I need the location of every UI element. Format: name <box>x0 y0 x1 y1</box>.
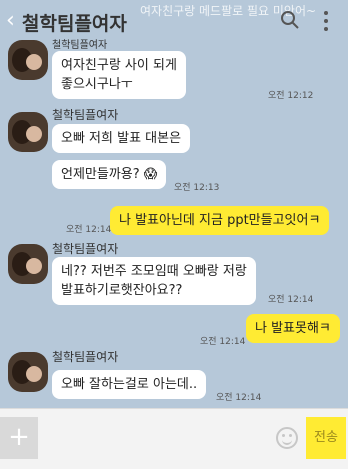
message-bubble[interactable]: 여자친구랑 사이 되게 좋으시구나ㅜ <box>52 51 186 99</box>
send-button[interactable]: 전송 <box>306 417 346 459</box>
message-time: 오전 12:14 <box>200 337 246 347</box>
message-line: 언제만들까용? 😱 <box>61 167 158 182</box>
avatar[interactable] <box>8 112 48 152</box>
avatar[interactable] <box>8 352 48 392</box>
more-vertical-icon[interactable] <box>322 10 330 32</box>
search-icon[interactable] <box>280 10 300 30</box>
message-input[interactable] <box>42 417 268 459</box>
message-bubble[interactable]: 오빠 저희 발표 대본은 <box>52 124 191 153</box>
attach-button[interactable]: + <box>0 417 38 459</box>
message-bubble[interactable]: 네?? 저번주 조모임때 오빠랑 저랑 발표하기로햇잔아요?? <box>52 257 256 305</box>
message-time: 오전 12:13 <box>174 183 220 193</box>
message-bubble[interactable]: 언제만들까용? 😱 <box>52 160 167 189</box>
message-line: 나 발표아닌데 지금 ppt만들고잇어ㅋ <box>119 213 321 228</box>
message-line: 오빠 저희 발표 대본은 <box>61 131 182 146</box>
message-line: 좋으시구나ㅜ <box>61 77 133 92</box>
sender-name: 철학팀플여자 <box>52 108 119 122</box>
sender-name: 철학팀플여자 <box>52 40 108 51</box>
message-line: 나 발표못해ㅋ <box>255 321 331 336</box>
avatar[interactable] <box>8 244 48 284</box>
sender-name: 철학팀플여자 <box>52 350 119 364</box>
message-time: 오전 12:14 <box>268 295 314 305</box>
emoji-icon[interactable] <box>276 427 298 449</box>
message-bubble[interactable]: 오빠 잘하는걸로 아는데.. <box>52 370 207 399</box>
my-message-bubble[interactable]: 나 발표아닌데 지금 ppt만들고잇어ㅋ <box>110 206 330 235</box>
message-input-bar: + 전송 <box>0 408 348 469</box>
message-line: 여자친구랑 사이 되게 <box>61 58 177 73</box>
message-line: 네?? 저번주 조모임때 오빠랑 저랑 <box>61 264 247 279</box>
message-time: 오전 12:14 <box>216 393 262 403</box>
message-line: 발표하기로햇잔아요?? <box>61 283 183 298</box>
my-message-bubble[interactable]: 나 발표못해ㅋ <box>246 314 340 343</box>
avatar[interactable] <box>8 40 48 80</box>
message-time: 오전 12:12 <box>268 91 314 101</box>
chat-title: 철학팀플여자 <box>22 13 127 35</box>
sender-name: 철학팀플여자 <box>52 242 119 256</box>
message-time: 오전 12:14 <box>66 225 112 235</box>
message-line: 오빠 잘하는걸로 아는데.. <box>61 377 198 392</box>
back-icon[interactable]: ‹ <box>6 8 15 33</box>
